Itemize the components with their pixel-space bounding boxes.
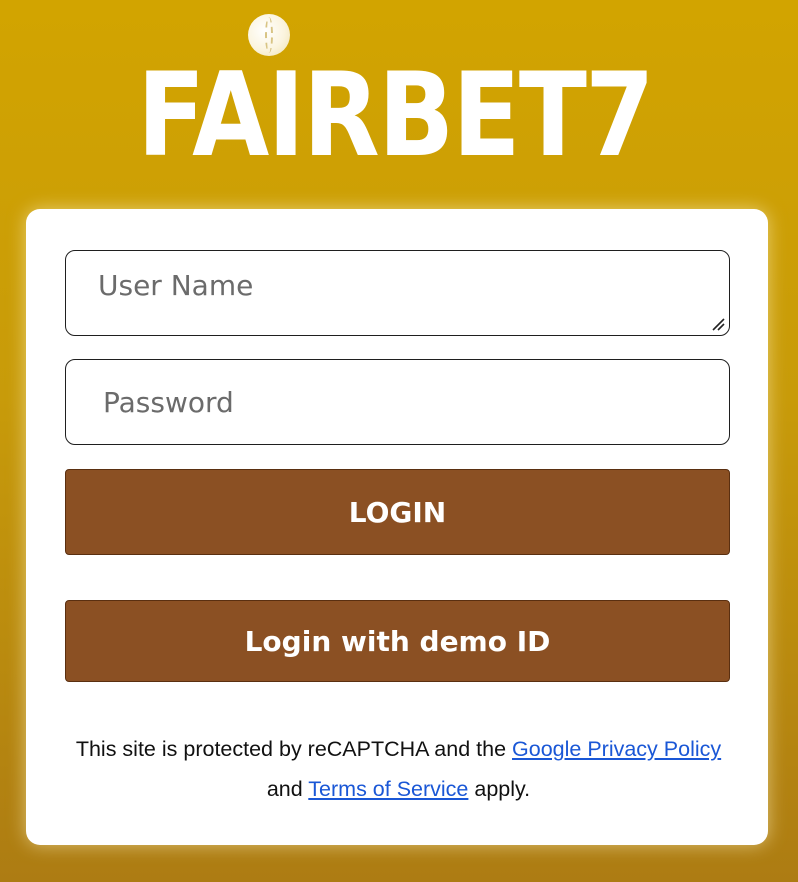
password-field[interactable]: Password: [65, 359, 730, 445]
login-card: User Name Password LOGIN Login with demo…: [26, 209, 768, 845]
notice-prefix: This site is protected by reCAPTCHA and …: [75, 737, 513, 761]
terms-of-service-link[interactable]: Terms of Service: [308, 777, 468, 801]
demo-login-button[interactable]: Login with demo ID: [65, 600, 730, 682]
brand-logo: FAIRBET7: [92, 12, 698, 174]
recaptcha-notice: This site is protected by reCAPTCHA and …: [66, 729, 731, 809]
notice-suffix: apply.: [468, 777, 531, 801]
resize-handle-icon[interactable]: [711, 317, 725, 331]
password-placeholder: Password: [103, 385, 234, 419]
login-button[interactable]: LOGIN: [65, 469, 730, 555]
notice-middle: and: [266, 777, 309, 801]
logo-wordmark: FAIRBET7: [137, 48, 654, 183]
username-field[interactable]: User Name: [65, 250, 730, 336]
privacy-policy-link[interactable]: Google Privacy Policy: [512, 737, 721, 761]
username-placeholder: User Name: [98, 269, 254, 302]
